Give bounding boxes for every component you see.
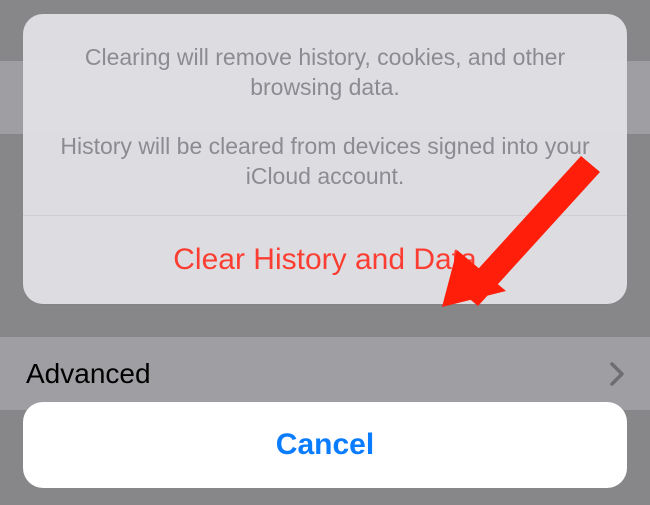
action-sheet-message-line: Clearing will remove history, cookies, a… bbox=[57, 42, 593, 103]
clear-history-and-data-button[interactable]: Clear History and Data bbox=[23, 216, 627, 304]
action-sheet: Clearing will remove history, cookies, a… bbox=[23, 14, 627, 304]
cancel-button[interactable]: Cancel bbox=[23, 402, 627, 488]
button-label: Clear History and Data bbox=[173, 243, 476, 277]
chevron-right-icon bbox=[610, 362, 624, 386]
action-sheet-message-line: History will be cleared from devices sig… bbox=[57, 131, 593, 192]
settings-row-advanced: Advanced bbox=[0, 336, 650, 411]
settings-row-label: Advanced bbox=[26, 358, 151, 390]
button-label: Cancel bbox=[276, 428, 374, 462]
action-sheet-message: Clearing will remove history, cookies, a… bbox=[23, 14, 627, 215]
